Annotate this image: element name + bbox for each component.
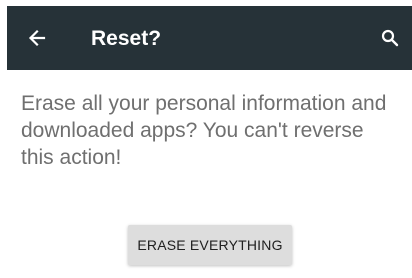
search-button[interactable] [375, 23, 405, 53]
erase-everything-button[interactable]: ERASE EVERYTHING [128, 225, 292, 265]
search-icon [381, 29, 399, 47]
page-title: Reset? [91, 27, 162, 50]
arrow-back-icon [28, 29, 46, 47]
app-toolbar: Reset? [7, 6, 412, 70]
reset-warning-message: Erase all your personal information and … [21, 92, 387, 169]
reset-screen: Reset? Erase all your personal informati… [7, 6, 412, 278]
back-button[interactable] [21, 22, 53, 54]
